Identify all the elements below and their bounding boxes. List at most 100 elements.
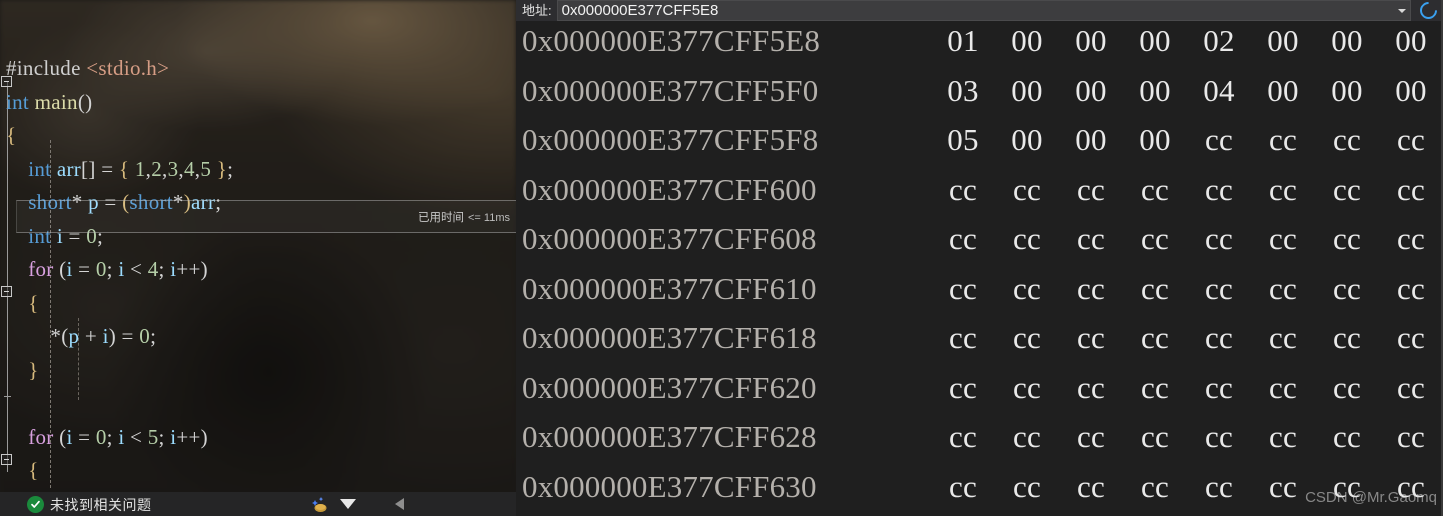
code-line[interactable]: } bbox=[0, 354, 516, 388]
code-token: = bbox=[95, 156, 119, 181]
memory-byte: 00 bbox=[1011, 122, 1043, 157]
code-line[interactable]: *(p + i) = 0; bbox=[0, 320, 516, 354]
sparkle-icon bbox=[312, 496, 330, 513]
memory-row[interactable]: 0x000000E377CFF608 cc cc cc cc cc cc cc cc bbox=[516, 221, 1443, 271]
code-line[interactable]: int arr[] = { 1,2,3,4,5 }; bbox=[0, 153, 516, 187]
code-token: { bbox=[28, 290, 39, 315]
memory-rows-container[interactable]: 0x000000E377CFF5E8 01 00 00 00 02 00 00 00 0x0000… bbox=[516, 21, 1443, 516]
address-combobox[interactable] bbox=[556, 0, 1411, 21]
code-token: 5 bbox=[200, 156, 212, 181]
memory-row[interactable]: 0x000000E377CFF630 cc cc cc cc cc cc cc cc bbox=[516, 469, 1443, 516]
memory-byte: cc bbox=[1397, 171, 1425, 207]
memory-byte: cc bbox=[1013, 270, 1041, 306]
memory-byte: cc bbox=[1397, 369, 1425, 405]
memory-address: 0x000000E377CFF618 bbox=[522, 320, 817, 355]
memory-byte: cc bbox=[1077, 369, 1105, 405]
refresh-icon[interactable] bbox=[1413, 0, 1443, 23]
chevron-down-icon[interactable] bbox=[340, 499, 356, 509]
memory-row[interactable]: 0x000000E377CFF5E8 01 00 00 00 02 00 00 00 bbox=[516, 23, 1443, 73]
memory-byte: cc bbox=[1205, 369, 1233, 405]
memory-toolbar[interactable]: 地址: bbox=[516, 0, 1443, 23]
memory-byte: 05 bbox=[947, 122, 979, 157]
chevron-down-icon[interactable] bbox=[1394, 1, 1410, 20]
memory-bytes: 03 00 00 00 04 00 00 00 bbox=[931, 73, 1443, 109]
memory-byte: cc bbox=[1333, 221, 1361, 256]
code-token: [] bbox=[81, 156, 96, 181]
memory-address: 0x000000E377CFF620 bbox=[522, 369, 817, 405]
code-token: ) bbox=[183, 190, 192, 214]
memory-window[interactable]: 地址: 0x000000E377CFF5E801000000020000000x… bbox=[516, 0, 1443, 516]
code-token: { bbox=[118, 156, 135, 181]
code-line[interactable]: int main() bbox=[0, 86, 516, 120]
memory-byte: 04 bbox=[1203, 72, 1235, 108]
memory-row[interactable]: 0x000000E377CFF5F0 03 00 00 00 04 00 00 00 bbox=[516, 73, 1443, 123]
code-token: = bbox=[72, 257, 96, 281]
memory-byte: cc bbox=[1013, 171, 1041, 207]
chevron-left-icon[interactable] bbox=[395, 498, 404, 510]
code-token: 2 bbox=[151, 156, 163, 181]
code-token: ; bbox=[215, 190, 222, 214]
memory-byte: cc bbox=[949, 221, 977, 256]
memory-byte: cc bbox=[1205, 468, 1233, 504]
memory-byte: cc bbox=[1077, 270, 1105, 306]
editor-status-bar[interactable]: 未找到相关问题 bbox=[0, 492, 516, 516]
memory-byte: cc bbox=[1141, 270, 1169, 306]
memory-byte: 00 bbox=[1139, 72, 1171, 108]
code-line[interactable]: #include <stdio.h> bbox=[0, 52, 516, 86]
memory-row[interactable]: 0x000000E377CFF5F8 05 00 00 00 cc cc cc cc bbox=[516, 122, 1443, 172]
code-line[interactable]: { bbox=[0, 287, 516, 321]
memory-row[interactable]: 0x000000E377CFF628 cc cc cc cc cc cc cc cc bbox=[516, 419, 1443, 469]
address-input[interactable] bbox=[557, 0, 1394, 21]
memory-address: 0x000000E377CFF630 bbox=[522, 468, 817, 504]
memory-byte: cc bbox=[1141, 221, 1169, 256]
memory-byte: cc bbox=[1013, 419, 1041, 454]
code-editor-pane[interactable]: #include <stdio.h> int main(){ int arr[] … bbox=[0, 0, 516, 516]
memory-row[interactable]: 0x000000E377CFF620 cc cc cc cc cc cc cc cc bbox=[516, 370, 1443, 420]
memory-byte: cc bbox=[1397, 122, 1425, 157]
memory-address: 0x000000E377CFF5F8 bbox=[522, 122, 819, 157]
code-text[interactable]: #include <stdio.h> int main(){ int arr[] … bbox=[0, 0, 516, 488]
code-token: 0 bbox=[95, 424, 107, 449]
memory-row[interactable]: 0x000000E377CFF610 cc cc cc cc cc cc cc cc bbox=[516, 271, 1443, 321]
memory-byte: cc bbox=[1013, 369, 1041, 405]
code-token: ++) bbox=[176, 257, 208, 281]
memory-row[interactable]: 0x000000E377CFF618 cc cc cc cc cc cc cc cc bbox=[516, 320, 1443, 370]
code-token: * bbox=[71, 190, 89, 214]
memory-byte: 00 bbox=[1331, 72, 1363, 108]
code-line[interactable]: { bbox=[0, 454, 516, 488]
memory-byte: cc bbox=[1397, 468, 1425, 504]
memory-bytes: cc cc cc cc cc cc cc cc bbox=[931, 172, 1443, 208]
code-token: = bbox=[72, 424, 96, 449]
code-token: arr bbox=[56, 156, 82, 181]
memory-row[interactable]: 0x000000E377CFF600 cc cc cc cc cc cc cc cc bbox=[516, 172, 1443, 222]
memory-byte: cc bbox=[949, 320, 977, 355]
screen: #include <stdio.h> int main(){ int arr[] … bbox=[0, 0, 1443, 516]
code-token: ) = bbox=[108, 324, 140, 348]
memory-byte: cc bbox=[1205, 221, 1233, 256]
memory-byte: cc bbox=[1269, 122, 1297, 157]
code-token: short bbox=[28, 190, 72, 214]
memory-byte: 00 bbox=[1075, 72, 1107, 108]
code-token: ( bbox=[53, 424, 67, 449]
code-token: 4 bbox=[147, 257, 159, 281]
memory-byte: cc bbox=[1205, 122, 1233, 157]
code-line[interactable]: { bbox=[0, 119, 516, 153]
memory-bytes: cc cc cc cc cc cc cc cc bbox=[931, 221, 1443, 257]
code-line[interactable] bbox=[0, 387, 516, 421]
code-token: ; bbox=[106, 257, 119, 281]
memory-byte: 00 bbox=[1139, 122, 1171, 157]
memory-byte: cc bbox=[1269, 419, 1297, 454]
code-line[interactable]: for (i = 0; i < 5; i++) bbox=[0, 421, 516, 455]
memory-bytes: cc cc cc cc cc cc cc cc bbox=[931, 370, 1443, 406]
memory-byte: cc bbox=[1269, 369, 1297, 405]
code-token: *( bbox=[50, 324, 69, 348]
memory-byte: cc bbox=[1333, 270, 1361, 306]
code-line[interactable]: for (i = 0; i < 4; i++) bbox=[0, 253, 516, 287]
memory-byte: 00 bbox=[1267, 23, 1299, 58]
memory-byte: cc bbox=[1141, 468, 1169, 504]
